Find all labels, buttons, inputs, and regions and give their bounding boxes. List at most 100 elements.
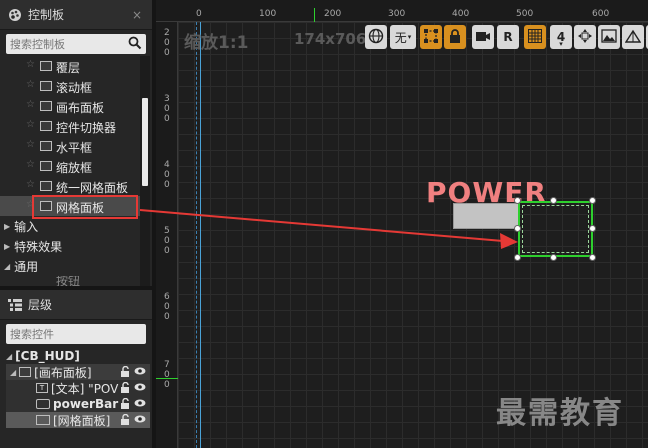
world-space-button[interactable] [365,25,387,49]
expand-arrow-icon: ▶ [4,222,11,231]
resize-handle-bottom[interactable] [550,254,557,261]
resize-handle-bottom-left[interactable] [514,254,521,261]
mountain-view-button[interactable] [622,25,644,49]
hierarchy-search [6,324,146,344]
palette-item-label: 按钮 [56,276,81,286]
row-tools [120,398,146,409]
favorite-star-icon[interactable]: ☆ [26,59,35,70]
uniform-grid-icon [40,181,52,191]
unlock-icon[interactable] [120,366,130,377]
background-image-button[interactable] [598,25,620,49]
watermark-text: 最需教育 [496,396,624,431]
grid-step-dropdown[interactable]: 4 ▾ [550,25,572,49]
canvas-panel-icon [40,101,52,111]
palette-item-scrollbox[interactable]: ☆ 滚动框 [0,76,140,96]
tree-item-label: [CB_HUD] [15,349,80,363]
unlock-icon[interactable] [120,382,130,393]
tree-item-cb-hud[interactable]: ◢ [CB_HUD] [6,348,80,364]
row-tools [120,414,146,425]
tree-item-canvas-panel: ◢ [画布面板] [10,364,92,380]
horizontal-ruler: 0 100 200 300 400 500 600 [156,0,648,22]
category-label: 特殊效果 [14,240,63,254]
ruler-tick-label: 3 0 0 [164,94,170,124]
palette-item-widget-switcher[interactable]: ☆ 控件切换器 [0,116,140,136]
chevron-down-icon: ▾ [407,33,412,41]
grid-snap-button[interactable] [524,25,546,49]
row-tools [120,366,146,377]
tree-item-label: [画布面板] [34,365,92,380]
transform-mode-button[interactable] [420,25,442,49]
resize-handle-top-right[interactable] [589,197,596,204]
palette-scroll-thumb[interactable] [142,98,148,186]
palette-scrollbar[interactable] [140,56,150,286]
favorite-star-icon[interactable]: ☆ [26,79,35,90]
resize-handle-top-left[interactable] [514,197,521,204]
category-common[interactable]: ◢ 通用 [4,258,38,275]
tree-row-canvas-panel[interactable]: ◢ [画布面板] [6,364,150,380]
favorite-star-icon[interactable]: ☆ [26,139,35,150]
ruler-tick-label: 5 0 0 [164,226,170,256]
grid-panel-inner-bounds [522,205,589,253]
text-block-icon: T [36,383,48,393]
ruler-tick-label: 2 0 0 [164,28,170,58]
vertical-ruler: 2 0 0 3 0 0 4 0 0 5 0 0 6 0 0 7 0 0 [156,22,178,448]
favorite-star-icon[interactable]: ☆ [26,159,35,170]
palette-item-label: 缩放框 [56,161,93,175]
camera-icon [475,29,491,46]
palette-item-button-partial[interactable]: 按钮 [0,276,140,286]
widget-switcher-icon [40,121,52,131]
camera-button[interactable] [472,25,494,49]
ruler-tick-label: 500 [516,9,534,19]
collapse-arrow-icon: ◢ [6,351,13,361]
grid-panel-icon [36,415,50,425]
palette-item-label: 控件切换器 [56,121,117,135]
palette-list: ☆ 覆层 ☆ 滚动框 ☆ 画布面板 ☆ 控件切换器 ☆ 水平框 ☆ 缩放框 ☆ … [0,56,140,286]
tree-item-text: T [文本] "POV [36,380,118,396]
tree-row-grid-panel[interactable]: [网格面板] [6,412,150,428]
collapse-arrow-icon: ◢ [10,367,17,377]
ruler-tick-label: 100 [259,9,277,19]
resize-handle-left[interactable] [514,225,521,232]
snap-none-label: 无 [394,30,407,45]
resize-handle-bottom-right[interactable] [589,254,596,261]
unlock-icon[interactable] [120,398,130,409]
eye-icon[interactable] [134,382,146,393]
eye-icon[interactable] [134,414,146,425]
favorite-star-icon[interactable]: ☆ [26,119,35,130]
ruler-tick-label: 6 0 0 [164,292,170,322]
transform-box-icon [423,28,439,47]
resize-handle-top[interactable] [550,197,557,204]
category-label: 输入 [14,220,39,234]
favorite-star-icon[interactable]: ☆ [26,179,35,190]
unlock-icon[interactable] [120,414,130,425]
lock-button[interactable] [444,25,466,49]
eye-icon[interactable] [134,366,146,377]
annotation-highlight-box [32,195,138,219]
palette-item-overlay[interactable]: ☆ 覆层 [0,56,140,76]
category-special-effects[interactable]: ▶ 特殊效果 [4,238,62,255]
resize-handle-right[interactable] [589,225,596,232]
power-progress-bar[interactable] [453,203,519,229]
palette-item-canvas-panel[interactable]: ☆ 画布面板 [0,96,140,116]
scrollbox-icon [40,81,52,91]
refresh-r-button[interactable]: R [497,25,519,49]
palette-icon [8,8,22,22]
search-icon[interactable] [128,36,142,53]
category-input[interactable]: ▶ 输入 [4,218,38,235]
tree-row-powerbar[interactable]: powerBar [6,396,150,412]
snap-none-dropdown[interactable]: 无 ▾ [390,25,416,49]
tree-row-text[interactable]: T [文本] "POV [6,380,150,396]
palette-item-uniform-grid[interactable]: ☆ 统一网格面板 [0,176,140,196]
eye-icon[interactable] [134,398,146,409]
palette-search-input[interactable] [6,34,126,54]
tree-item-label: [网格面板] [53,413,111,428]
palette-item-label: 覆层 [56,61,81,75]
palette-item-horizontal-box[interactable]: ☆ 水平框 [0,136,140,156]
palette-item-scale-box[interactable]: ☆ 缩放框 [0,156,140,176]
hierarchy-header: 层级 [0,290,152,320]
hierarchy-search-input[interactable] [6,324,126,344]
favorite-star-icon[interactable]: ☆ [26,99,35,110]
palette-close-icon[interactable]: × [132,8,142,22]
palette-item-label: 画布面板 [56,101,105,115]
fit-screen-button[interactable] [574,25,596,49]
